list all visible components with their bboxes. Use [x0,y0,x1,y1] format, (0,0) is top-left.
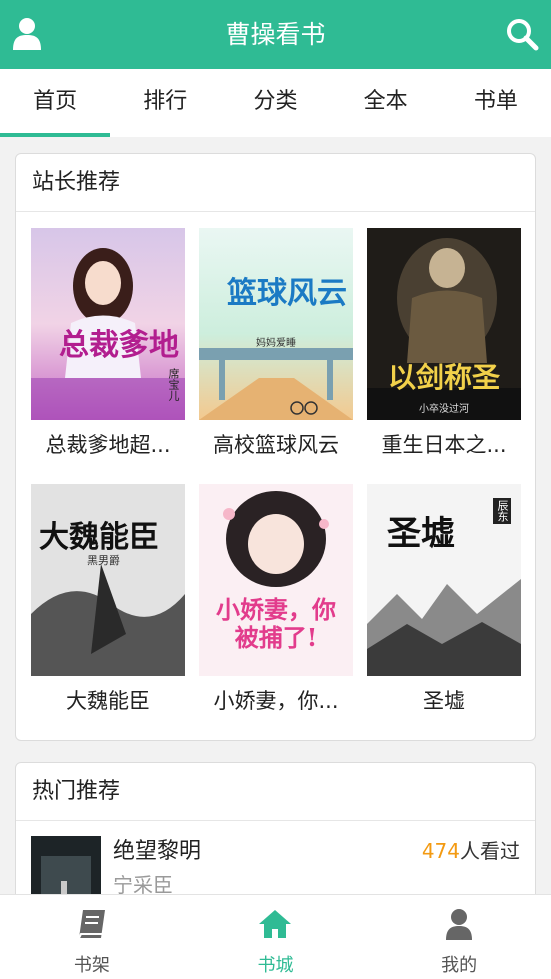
nav-mine[interactable]: 我的 [367,895,551,979]
book-item[interactable]: 总裁爹地 席宝儿 总裁爹地超... [31,228,185,470]
cover-title: 篮球风云 [227,276,347,311]
book-cover[interactable]: 小娇妻，你被捕了! [199,484,353,676]
book-title[interactable]: 小娇妻，你... [189,676,363,726]
bottom-nav: 书架 书城 我的 [0,894,551,979]
book-item[interactable]: 大魏能臣 黑男爵 大魏能臣 [31,484,185,726]
book-cover[interactable]: 大魏能臣 黑男爵 [31,484,185,676]
cover-author: 席宝儿 [167,368,180,401]
book-cover[interactable]: 圣墟 辰东 [367,484,521,676]
top-bar: 曹操看书 [0,0,551,69]
nav-label: 书城 [257,955,294,976]
user-icon [442,907,476,941]
cover-title: 以剑称圣 [387,361,500,394]
tab-category[interactable]: 分类 [220,69,330,137]
cover-author: 妈妈爱睡 [256,338,296,349]
cover-title: 总裁爹地 [59,328,179,363]
cover-author: 黑男爵 [87,554,120,567]
nav-label: 我的 [441,955,478,976]
hot-book-title[interactable]: 绝望黎明 [113,833,201,865]
search-icon[interactable] [505,17,539,51]
book-item[interactable]: 圣墟 辰东 圣墟 [367,484,521,726]
tab-booklist[interactable]: 书单 [441,69,551,137]
book-item[interactable]: 小娇妻，你被捕了! 小娇妻，你... [199,484,353,726]
tab-bar: 首页 排行 分类 全本 书单 [0,69,551,137]
book-title[interactable]: 大魏能臣 [21,676,195,726]
book-title[interactable]: 高校篮球风云 [189,420,363,470]
view-count: 474人看过 [422,835,520,864]
cover-title: 圣墟 [387,514,455,554]
section-title: 热门推荐 [16,763,535,821]
view-count-number: 474 [421,839,460,863]
book-cover[interactable]: 篮球风云 妈妈爱睡 [199,228,353,420]
recommend-section: 站长推荐 总裁爹地 席宝儿 总裁爹地超... 篮球风云 妈妈爱睡 高校篮球风云 … [15,153,536,741]
book-icon [75,907,109,941]
book-cover[interactable]: 以剑称圣 小卒没过河 [367,228,521,420]
book-item[interactable]: 篮球风云 妈妈爱睡 高校篮球风云 [199,228,353,470]
view-count-suffix: 人看过 [460,839,520,863]
book-title[interactable]: 总裁爹地超... [21,420,195,470]
cover-author: 辰东 [493,498,511,524]
tab-home[interactable]: 首页 [0,69,111,137]
nav-bookstore[interactable]: 书城 [184,895,368,979]
home-icon [258,907,292,941]
book-grid: 总裁爹地 席宝儿 总裁爹地超... 篮球风云 妈妈爱睡 高校篮球风云 以剑称圣 … [16,212,535,740]
nav-label: 书架 [73,955,110,976]
app-title: 曹操看书 [225,20,326,49]
book-title[interactable]: 重生日本之... [357,420,531,470]
book-cover[interactable]: 总裁爹地 席宝儿 [31,228,185,420]
book-title[interactable]: 圣墟 [357,676,531,726]
tab-ranking[interactable]: 排行 [110,69,220,137]
section-title: 站长推荐 [16,154,535,212]
cover-author: 小卒没过河 [419,404,469,415]
tab-complete[interactable]: 全本 [331,69,441,137]
book-item[interactable]: 以剑称圣 小卒没过河 重生日本之... [367,228,521,470]
cover-title: 小娇妻，你被捕了! [216,595,336,652]
cover-title: 大魏能臣 [39,520,159,555]
nav-bookshelf[interactable]: 书架 [0,895,184,979]
